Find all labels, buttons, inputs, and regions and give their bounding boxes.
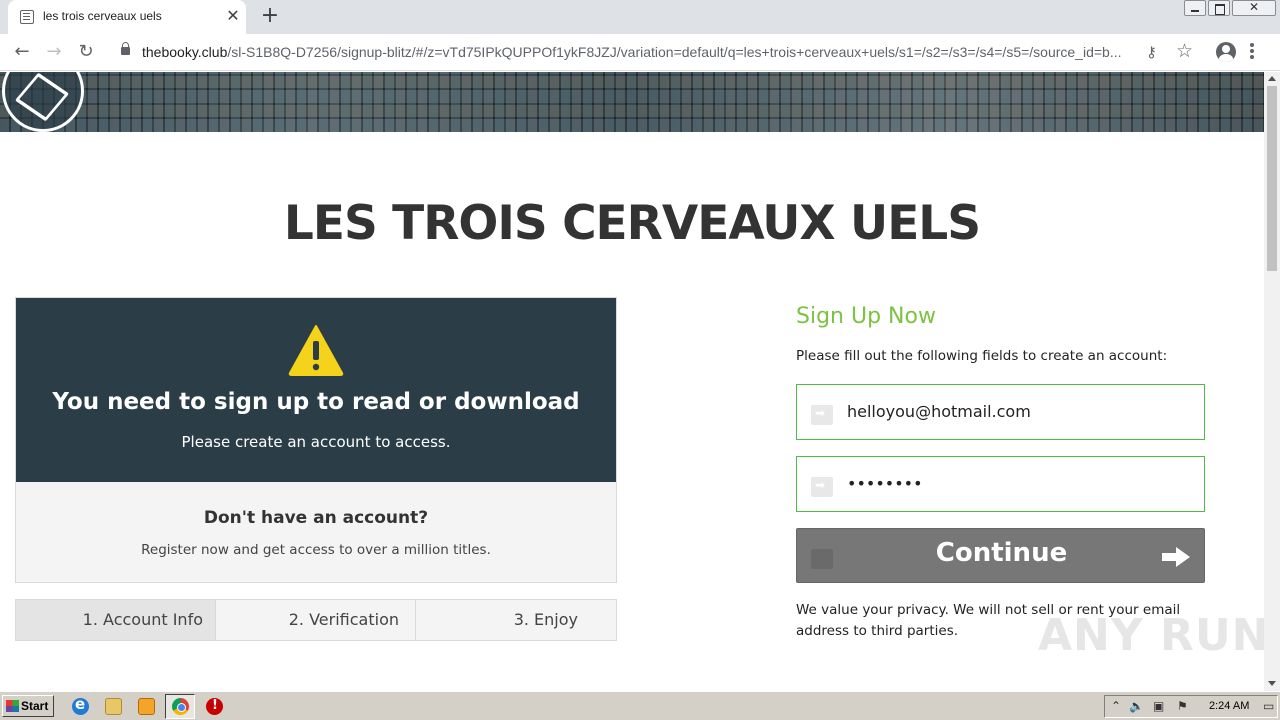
arrow-right-icon: [811, 477, 833, 497]
step-enjoy: 3. Enjoy: [513, 610, 578, 629]
lock-icon: [121, 42, 130, 55]
password-field[interactable]: ••••••••: [796, 456, 1205, 512]
url-host: thebooky.club: [142, 44, 228, 60]
no-account-heading: Don't have an account?: [203, 508, 429, 528]
arrow-right-icon: [811, 405, 833, 425]
continue-button[interactable]: Continue: [796, 528, 1205, 583]
url-text[interactable]: thebooky.club/sl-S1B8Q-D7256/signup-blit…: [142, 44, 1132, 60]
continue-label: Continue: [935, 538, 1068, 568]
scroll-thumb[interactable]: [1267, 86, 1277, 271]
back-arrow-icon[interactable]: ←: [10, 40, 34, 64]
media-player-icon[interactable]: [138, 698, 155, 715]
flag-icon[interactable]: ⚑: [1177, 699, 1188, 713]
bookmark-star-icon[interactable]: ☆: [1176, 40, 1193, 62]
step-account-info: 1. Account Info: [16, 600, 216, 640]
step-verification: 2. Verification: [216, 600, 416, 640]
stop-icon[interactable]: [206, 698, 223, 715]
window-close-button[interactable]: [1232, 0, 1276, 16]
warning-icon: [288, 325, 344, 376]
tray-expand-icon[interactable]: ⌃: [1111, 699, 1121, 713]
profile-avatar-icon[interactable]: [1216, 42, 1236, 62]
password-value: ••••••••: [847, 474, 923, 493]
restore-button[interactable]: [1208, 0, 1230, 16]
start-button[interactable]: Start: [2, 695, 54, 717]
page-viewport: LES TROIS CERVEAUX UELS You need to sign…: [0, 72, 1264, 691]
clock: 2:24 AM: [1209, 700, 1250, 712]
browser-toolbar: ← → ↻ thebooky.club/sl-S1B8Q-D7256/signu…: [0, 34, 1280, 71]
new-tab-button[interactable]: +: [258, 5, 282, 29]
scroll-up-icon[interactable]: [1268, 76, 1276, 81]
internet-explorer-icon[interactable]: [72, 695, 89, 715]
windows-logo-icon: [6, 700, 19, 712]
book-favicon-icon: [20, 10, 34, 24]
vertical-scrollbar[interactable]: [1264, 72, 1280, 691]
signup-title: Sign Up Now: [796, 304, 936, 329]
folder-icon[interactable]: [105, 698, 122, 715]
show-desktop-icon[interactable]: ▭: [1263, 699, 1274, 713]
chrome-icon[interactable]: [172, 698, 189, 715]
no-account-text: Register now and get access to over a mi…: [141, 542, 491, 558]
key-icon[interactable]: ⚷: [1146, 43, 1157, 61]
email-field[interactable]: helloyou@hotmail.com: [796, 384, 1205, 440]
card-header: You need to sign up to read or download …: [16, 298, 616, 482]
signup-steps: 1. Account Info 2. Verification 3. Enjoy: [15, 599, 617, 641]
book-cover-banner: [0, 72, 1264, 132]
minimize-button[interactable]: [1184, 0, 1206, 16]
network-icon[interactable]: ▣: [1153, 699, 1164, 713]
url-path: /sl-S1B8Q-D7256/signup-blitz/#/z=vTd75IP…: [227, 44, 1122, 60]
windows-taskbar: Start ⌃ 🔈 ▣ ⚑ 2:24 AM ▭: [0, 691, 1280, 720]
card-subheading: Please create an account to access.: [181, 433, 451, 451]
volume-icon[interactable]: 🔈: [1129, 699, 1144, 713]
address-bar[interactable]: thebooky.club/sl-S1B8Q-D7256/signup-blit…: [110, 38, 1206, 67]
card-heading: You need to sign up to read or download: [52, 389, 580, 415]
reload-icon[interactable]: ↻: [74, 40, 98, 64]
email-value: helloyou@hotmail.com: [847, 402, 1031, 421]
tab-title: les trois cerveaux uels: [43, 9, 162, 23]
signup-description: Please fill out the following fields to …: [796, 348, 1168, 364]
scroll-down-icon[interactable]: [1268, 681, 1276, 686]
start-label: Start: [21, 699, 49, 713]
tab-close-icon[interactable]: ✕: [224, 7, 242, 25]
big-arrow-right-icon: [1162, 547, 1190, 567]
page-title: LES TROIS CERVEAUX UELS: [283, 196, 981, 251]
browser-tab[interactable]: les trois cerveaux uels ✕: [8, 0, 246, 34]
signup-required-card: You need to sign up to read or download …: [15, 297, 617, 583]
kebab-menu-icon[interactable]: [1250, 43, 1254, 47]
book-logo-icon[interactable]: [2, 72, 84, 132]
anyrun-watermark: ANY RUN: [1038, 610, 1264, 661]
tab-strip: les trois cerveaux uels ✕ +: [0, 0, 1280, 34]
forward-arrow-icon[interactable]: →: [42, 40, 66, 64]
system-tray: ⌃ 🔈 ▣ ⚑ 2:24 AM ▭: [1104, 695, 1278, 718]
